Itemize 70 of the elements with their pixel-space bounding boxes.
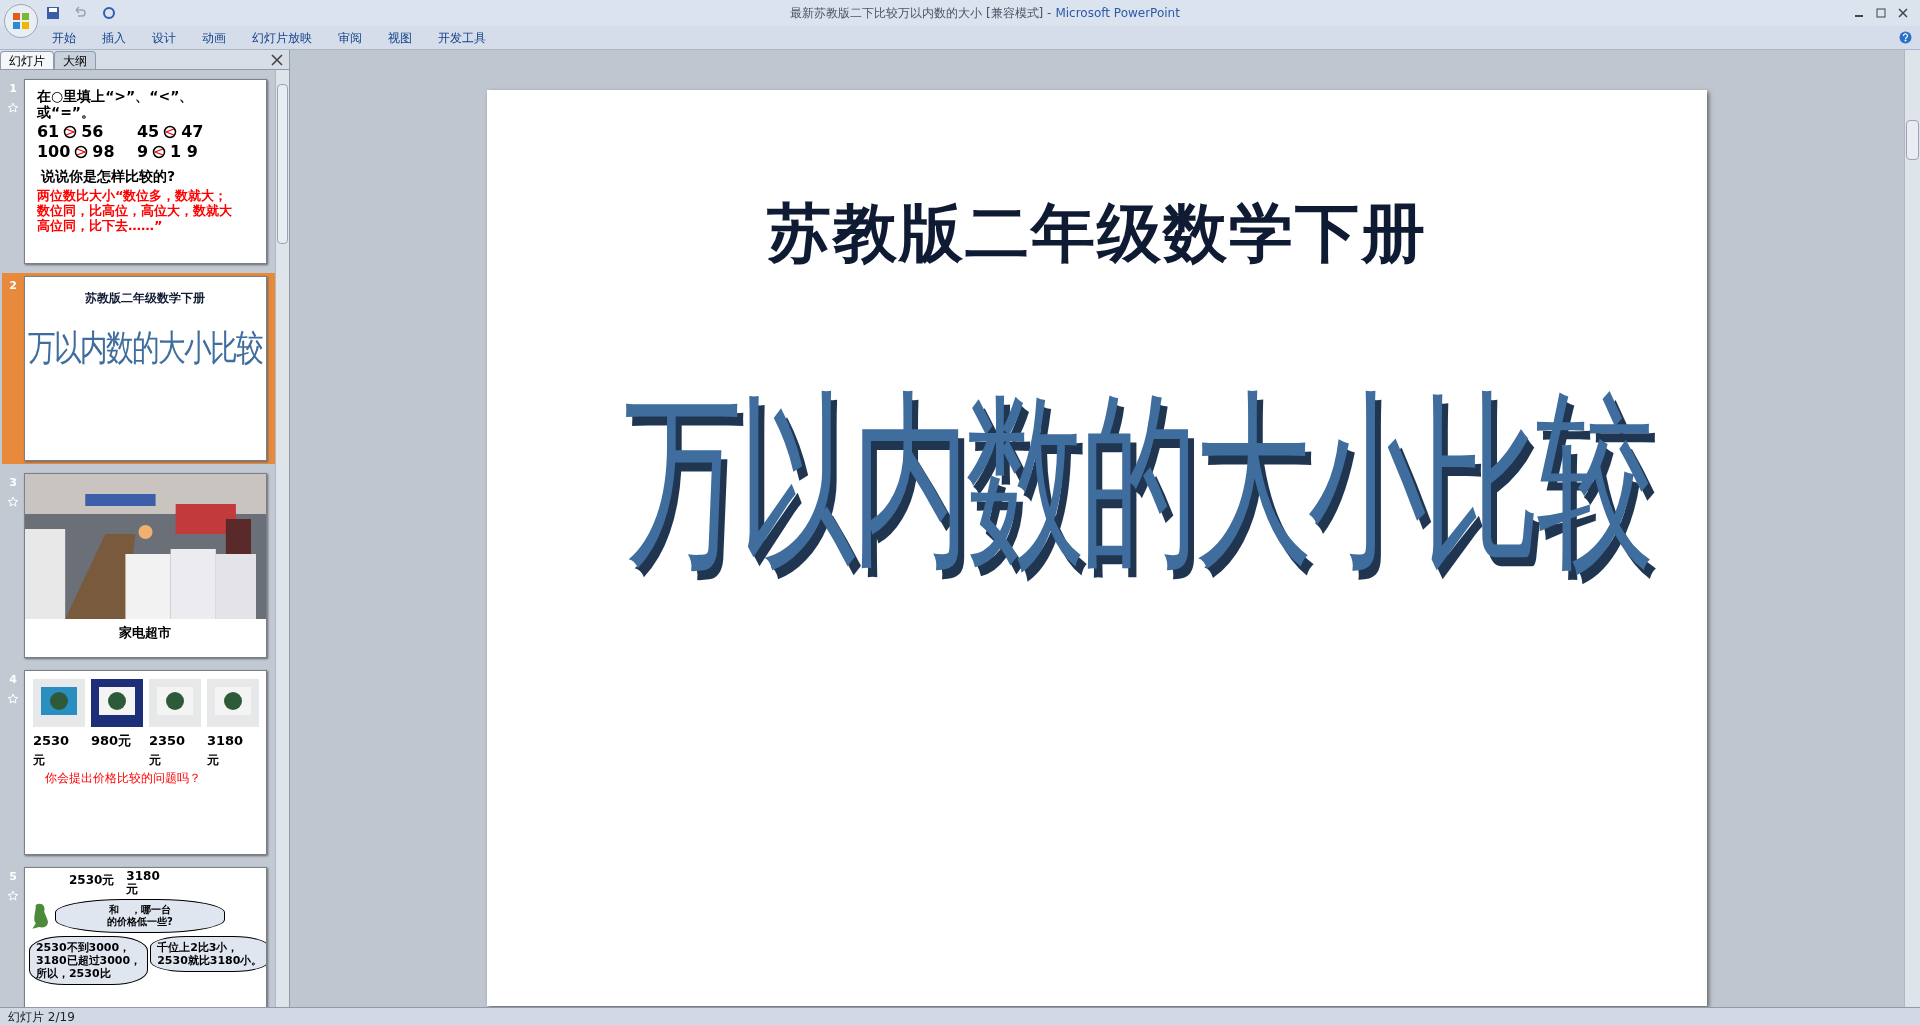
ribbon-tab[interactable]: 幻灯片放映 bbox=[252, 28, 312, 47]
number-text: 98 bbox=[92, 144, 115, 160]
office-logo-icon bbox=[11, 11, 31, 31]
status-text: 幻灯片 2/19 bbox=[8, 1008, 75, 1025]
price-unit: 元 bbox=[148, 751, 162, 769]
price-text: 2530 bbox=[32, 732, 71, 750]
ribbon-tab[interactable]: 审阅 bbox=[338, 28, 362, 47]
ribbon-tab[interactable]: 插入 bbox=[102, 28, 126, 47]
bubble-text: 2530不到3000， bbox=[35, 941, 132, 954]
ribbon-tab[interactable]: 开发工具 bbox=[438, 28, 486, 47]
slide-thumbnail[interactable]: 2 苏教版二年级数学下册 万以内数的大小比较 bbox=[2, 273, 275, 464]
slide-number: 4 bbox=[9, 672, 17, 688]
number-text: 1 9 bbox=[170, 144, 198, 160]
number-text: 45 bbox=[136, 124, 160, 140]
number-text: 9 bbox=[136, 144, 149, 160]
office-button[interactable] bbox=[4, 4, 38, 38]
slide-thumbnail[interactable]: 4 2530 元 980元 2350 元 3180 元 你会提出价格比较的问题吗？ bbox=[2, 667, 275, 858]
ribbon-tab[interactable]: 设计 bbox=[152, 28, 176, 47]
window-title: 最新苏教版二下比较万以内数的大小 [兼容模式] - bbox=[790, 5, 1052, 22]
price-unit: 元 bbox=[32, 751, 46, 769]
number-text: 56 bbox=[81, 124, 104, 140]
slide-subtitle: 苏教版二年级数学下册 bbox=[85, 290, 206, 307]
slide-subtitle: 苏教版二年级数学下册 bbox=[767, 195, 1427, 272]
compare-circle-icon bbox=[63, 125, 78, 139]
rule-text: 数位同，比高位，高位大，数就大 bbox=[36, 203, 233, 218]
price-text: 3180 bbox=[206, 732, 245, 750]
slide-number: 2 bbox=[9, 278, 17, 294]
ribbon-tab[interactable]: 视图 bbox=[388, 28, 412, 47]
close-icon[interactable] bbox=[1898, 8, 1908, 18]
help-icon[interactable] bbox=[1899, 31, 1912, 44]
price-unit: 元 bbox=[206, 751, 220, 769]
bubble-text: 3180已超过3000， bbox=[35, 954, 142, 967]
bubble-text: 千位上2比3小， bbox=[157, 941, 240, 954]
slide-number: 5 bbox=[9, 869, 17, 885]
number-text: 100 bbox=[36, 144, 71, 160]
compare-circle-icon bbox=[152, 145, 167, 159]
bubble-text: 2530就比3180小。 bbox=[157, 954, 263, 967]
number-text: 61 bbox=[36, 124, 60, 140]
scroll-thumb[interactable] bbox=[1906, 120, 1919, 160]
save-icon[interactable] bbox=[46, 6, 60, 20]
rule-text: 两位数比大小“数位多，数就大； bbox=[36, 188, 229, 203]
compare-circle-icon bbox=[74, 145, 89, 159]
panel-tab[interactable]: 大纲 bbox=[54, 51, 96, 69]
price-text: 2530元 bbox=[68, 874, 115, 887]
maximize-icon[interactable] bbox=[1876, 8, 1886, 18]
bubble-text: 的价格低一些? bbox=[107, 916, 173, 928]
bubble-text: ，哪一台 bbox=[130, 904, 171, 916]
number-text: 47 bbox=[181, 124, 204, 140]
slide-number: 3 bbox=[9, 475, 17, 491]
compare-circle-icon bbox=[163, 125, 178, 139]
question-text: 你会提出价格比较的问题吗？ bbox=[44, 769, 202, 787]
slide-thumbnail[interactable]: 1 在○里填上“>”、“<”、或“=”。 61 56 45 47 100 98 9 1 9 说说你是怎样比较的? 两位数比大小“数位多，数就大； 数位同，比高位，高位大，数就大 高位同，比下去……” bbox=[2, 76, 275, 267]
price-text: 2350 bbox=[148, 732, 187, 750]
question-text: 说说你是怎样比较的? bbox=[40, 168, 177, 184]
close-icon[interactable] bbox=[271, 54, 283, 66]
panel-tab[interactable]: 幻灯片 bbox=[0, 51, 54, 69]
price-text: 980元 bbox=[90, 732, 133, 750]
bubble-text: 和 bbox=[108, 904, 119, 916]
price-text: 3180元 bbox=[126, 870, 161, 896]
slide-caption: 家电超市 bbox=[119, 624, 172, 642]
rule-text: 高位同，比下去……” bbox=[36, 218, 164, 233]
bubble-text: 所以，2530比 bbox=[35, 967, 112, 980]
app-name: Microsoft PowerPoint bbox=[1055, 5, 1180, 22]
slide-thumbnail[interactable]: 3 家电超市 bbox=[2, 470, 275, 661]
slide-title: 万以内数的大小比较 bbox=[28, 324, 263, 371]
ribbon-tab[interactable]: 开始 bbox=[52, 28, 76, 47]
ribbon-tab[interactable]: 动画 bbox=[202, 28, 226, 47]
slide-number: 1 bbox=[9, 81, 17, 97]
scroll-thumb[interactable] bbox=[277, 84, 288, 244]
slide-heading: 在○里填上“>”、“<”、或“=”。 bbox=[36, 88, 195, 120]
